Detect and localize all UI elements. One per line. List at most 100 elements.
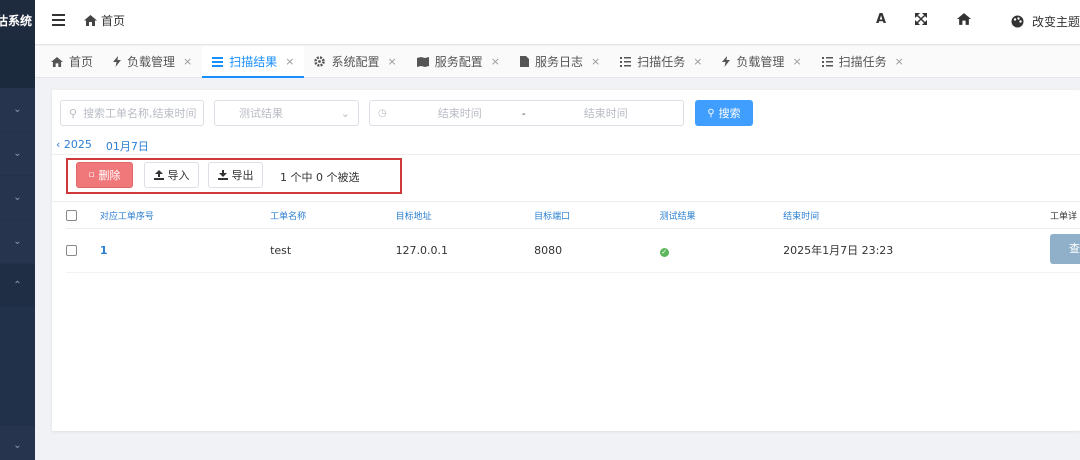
select-all-checkbox[interactable]	[66, 210, 77, 222]
check-circle-icon: ✓	[659, 247, 669, 257]
day-link[interactable]: 01月7日	[106, 138, 149, 154]
map-icon	[416, 56, 429, 67]
sidebar: 估系统 ⌄ ⌄ ⌄ ⌄ ⌃ ⌄	[0, 0, 35, 460]
chevron-down-icon: ⌄	[13, 236, 22, 247]
tab-label: 负载管理	[736, 55, 785, 69]
search-button[interactable]: ⚲ 搜索	[695, 100, 753, 126]
change-theme-button[interactable]: 改变主题	[1011, 13, 1080, 30]
close-icon[interactable]: ×	[388, 55, 397, 68]
tab-item[interactable]: 负载管理 ×	[712, 46, 811, 77]
tab-item[interactable]: 扫描结果 ×	[202, 46, 305, 78]
list-icon	[212, 56, 224, 67]
view-button[interactable]: 查	[1050, 233, 1080, 264]
sidebar-menu-3[interactable]: ⌄	[0, 176, 35, 220]
range-separator: -	[521, 106, 526, 120]
bolt-icon	[113, 56, 122, 67]
sidebar-menu-5[interactable]: ⌃	[0, 264, 35, 308]
search-button-label: 搜索	[718, 107, 741, 120]
breadcrumb-home[interactable]: 首页	[101, 12, 125, 29]
download-icon	[217, 170, 228, 180]
close-icon[interactable]: ×	[183, 55, 192, 68]
file-icon	[519, 56, 529, 67]
range-end-placeholder: 结束时间	[583, 107, 628, 120]
export-button[interactable]: 导出	[208, 162, 263, 188]
tab-label: 服务配置	[434, 55, 483, 69]
close-icon[interactable]: ×	[285, 55, 294, 68]
close-icon[interactable]: ×	[491, 55, 500, 68]
sidebar-top-block	[0, 42, 35, 88]
close-icon[interactable]: ×	[693, 55, 702, 68]
sidebar-menu-4[interactable]: ⌄	[0, 220, 35, 264]
sidebar-menu-2[interactable]: ⌄	[0, 132, 35, 176]
order-name-cell: test	[270, 228, 396, 273]
export-button-label: 导出	[231, 169, 254, 182]
app-brand: 估系统	[0, 0, 35, 42]
order-id-cell: 1	[99, 228, 271, 273]
tab-item[interactable]: 服务日志 ×	[510, 46, 610, 77]
sidebar-menu-6[interactable]: ⌄	[0, 430, 35, 460]
column-header[interactable]: 工单名称	[270, 204, 396, 229]
chevron-down-icon: ⌄	[13, 148, 22, 159]
column-header[interactable]: 结束时间	[783, 204, 1050, 229]
gear-icon	[314, 56, 326, 67]
tab-label: 负载管理	[127, 55, 176, 69]
close-icon[interactable]: ×	[591, 55, 600, 68]
home-icon	[51, 56, 63, 67]
tab-label: 首页	[69, 55, 94, 69]
column-header[interactable]: 目标端口	[534, 204, 660, 229]
bolt-icon	[722, 56, 731, 67]
tab-item[interactable]: 首页	[41, 46, 103, 77]
tab-label: 扫描任务	[838, 55, 887, 69]
delete-button[interactable]: ▫ 删除	[76, 162, 133, 188]
order-id-link[interactable]: 1	[100, 244, 108, 257]
select-all-cell	[66, 204, 100, 229]
selection-count: 1 个中 0 个被选	[280, 171, 360, 184]
end-time-range-picker[interactable]: ◷ 结束时间 - 结束时间	[369, 100, 684, 126]
divider	[52, 154, 1080, 155]
search-icon: ⚲	[707, 107, 715, 119]
results-table: 对应工单序号 工单名称 目标地址 目标端口 测试结果 结束时间 工单详 1 te…	[66, 204, 1080, 273]
tab-item[interactable]: 服务配置 ×	[407, 46, 510, 77]
app-title: 估系统	[0, 14, 33, 28]
tabs-bar: 首页 负载管理 × 扫描结果 × 系统配置 × 服务配置 × 服务日志 × 扫描任务 × 负载管理 × 扫描任…	[35, 46, 1080, 78]
tab-label: 扫描任务	[637, 55, 686, 69]
scan-results-panel: ⚲ 搜索工单名称,结束时间 测试结果 ⌄ ◷ 结束时间 - 结束时间 ⚲ 搜索 …	[52, 90, 1080, 431]
action-cell: 查	[1049, 228, 1080, 273]
fullscreen-icon[interactable]	[914, 12, 928, 29]
sidebar-menu-1[interactable]: ⌄	[0, 88, 35, 132]
chevron-down-icon: ⌄	[13, 192, 22, 203]
table-row: 1 test 127.0.0.1 8080 ✓ 2025年1月7日 23:23 …	[66, 228, 1080, 273]
tab-item[interactable]: 扫描任务 ×	[812, 46, 914, 77]
search-placeholder: 搜索工单名称,结束时间	[83, 107, 197, 120]
tab-item[interactable]: 扫描任务 ×	[610, 46, 712, 77]
menu-toggle-icon[interactable]	[52, 14, 65, 26]
target-port-cell: 8080	[534, 228, 660, 273]
date-navigation: ‹ 2025 01月7日	[56, 138, 149, 154]
chevron-down-icon: ⌄	[13, 439, 22, 451]
font-size-icon[interactable]: A	[876, 12, 886, 27]
close-icon[interactable]: ×	[895, 55, 904, 68]
test-result-cell: ✓	[659, 228, 784, 273]
home-icon[interactable]	[957, 13, 971, 29]
chevron-down-icon: ⌄	[13, 104, 22, 115]
year-back-link[interactable]: ‹ 2025	[56, 138, 92, 154]
change-theme-label: 改变主题	[1032, 15, 1080, 29]
end-time-cell: 2025年1月7日 23:23	[783, 228, 1050, 273]
sidebar-submenu	[0, 308, 35, 426]
table-header-row: 对应工单序号 工单名称 目标地址 目标端口 测试结果 结束时间 工单详	[66, 204, 1080, 229]
import-button[interactable]: 导入	[144, 162, 199, 188]
tasks-icon	[821, 56, 833, 67]
palette-icon	[1011, 15, 1024, 28]
tab-item[interactable]: 负载管理 ×	[103, 46, 202, 77]
tab-item[interactable]: 系统配置 ×	[304, 46, 406, 77]
result-select[interactable]: 测试结果 ⌄	[214, 100, 359, 126]
tasks-icon	[620, 56, 632, 67]
row-checkbox[interactable]	[66, 245, 77, 256]
column-header[interactable]: 目标地址	[395, 204, 535, 229]
top-header: 首页 A 改变主题	[35, 0, 1080, 45]
close-icon[interactable]: ×	[792, 55, 801, 68]
column-header[interactable]: 对应工单序号	[99, 204, 271, 229]
import-button-label: 导入	[167, 169, 190, 182]
column-header[interactable]: 测试结果	[659, 204, 784, 229]
search-input[interactable]: ⚲ 搜索工单名称,结束时间	[60, 100, 204, 126]
